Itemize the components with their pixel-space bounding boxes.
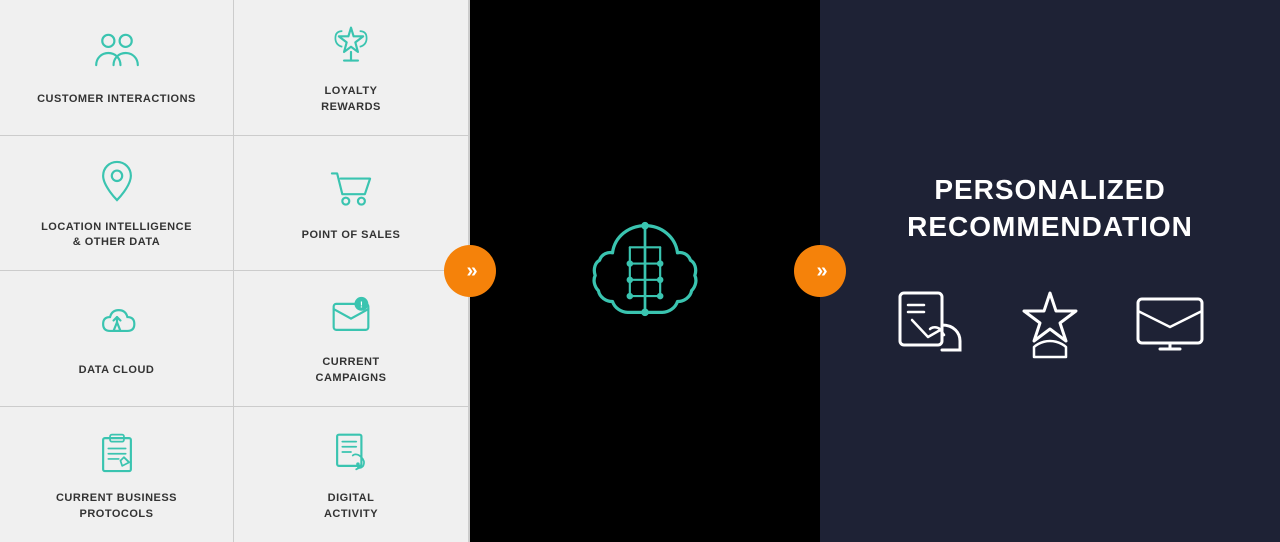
digital-activity-label: DIGITALACTIVITY <box>324 491 378 522</box>
right-arrow-button[interactable]: » <box>794 245 846 297</box>
svg-text:!: ! <box>360 300 363 310</box>
cell-point-of-sales: POINT OF SALES <box>234 136 468 272</box>
double-chevron-right-icon-2: » <box>816 260 823 283</box>
email-badge-icon: ! <box>325 290 377 347</box>
cell-location-intelligence: LOCATION INTELLIGENCE& OTHER DATA <box>0 136 234 272</box>
right-panel: PERSONALIZEDRECOMMENDATION <box>820 0 1280 542</box>
data-cloud-label: DATA CLOUD <box>79 363 155 378</box>
left-panel: CUSTOMER INTERACTIONS LOYALTYREWARDS LOC… <box>0 0 470 542</box>
cell-current-business-protocols: CURRENT BUSINESSPROTOCOLS <box>0 407 234 542</box>
people-icon <box>91 27 143 84</box>
current-business-protocols-label: CURRENT BUSINESSPROTOCOLS <box>56 491 177 522</box>
star-hand-icon <box>1010 285 1090 370</box>
left-arrow-button[interactable]: » <box>444 245 496 297</box>
ai-brain-icon <box>580 204 710 339</box>
cell-data-cloud: DATA CLOUD <box>0 271 234 407</box>
location-intelligence-label: LOCATION INTELLIGENCE& OTHER DATA <box>41 220 192 251</box>
cloud-icon <box>91 298 143 355</box>
loyalty-rewards-label: LOYALTYREWARDS <box>321 84 381 115</box>
cell-current-campaigns: ! CURRENTCAMPAIGNS <box>234 271 468 407</box>
location-icon <box>91 155 143 212</box>
recommendation-icons <box>890 285 1210 370</box>
double-chevron-right-icon: » <box>466 260 473 283</box>
cell-loyalty-rewards: LOYALTYREWARDS <box>234 0 468 136</box>
point-of-sales-label: POINT OF SALES <box>302 228 401 243</box>
cell-customer-interactions: CUSTOMER INTERACTIONS <box>0 0 234 136</box>
cart-icon <box>325 163 377 220</box>
clipboard-icon <box>91 426 143 483</box>
current-campaigns-label: CURRENTCAMPAIGNS <box>316 355 387 386</box>
personalized-recommendation-title: PERSONALIZEDRECOMMENDATION <box>907 172 1193 245</box>
customer-interactions-label: CUSTOMER INTERACTIONS <box>37 92 196 107</box>
cell-digital-activity: DIGITALACTIVITY <box>234 407 468 542</box>
email-monitor-icon <box>1130 285 1210 370</box>
swipe-icon <box>890 285 970 370</box>
trophy-icon <box>325 19 377 76</box>
middle-panel: » <box>470 0 820 542</box>
digital-icon <box>325 426 377 483</box>
